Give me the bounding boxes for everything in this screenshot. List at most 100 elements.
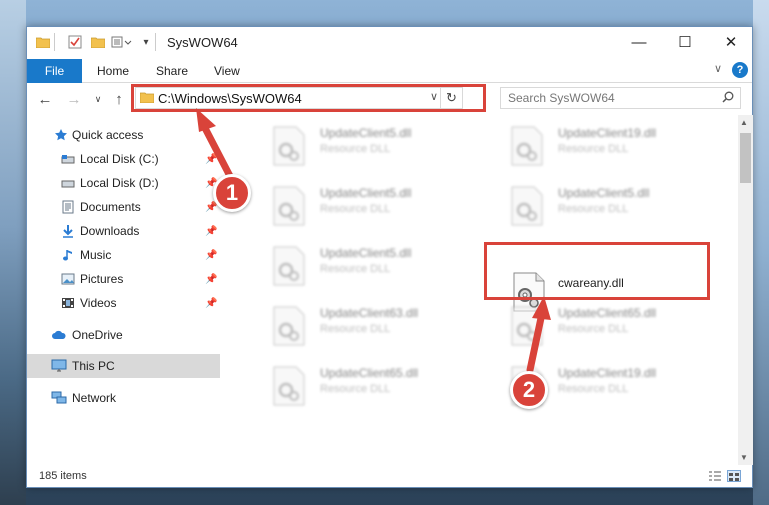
new-folder-icon[interactable]	[90, 34, 106, 50]
file-name: UpdateClient5.dll	[558, 186, 650, 200]
search-icon[interactable]	[722, 91, 734, 106]
tab-share[interactable]: Share	[156, 59, 188, 83]
desktop-background-left	[0, 0, 26, 505]
sidebar-item-music[interactable]: Music 📌	[27, 243, 220, 267]
dll-file-icon	[272, 246, 306, 286]
computer-icon	[51, 359, 67, 373]
forward-button[interactable]: →	[65, 90, 83, 108]
scrollbar-thumb[interactable]	[740, 133, 751, 183]
expand-ribbon-icon[interactable]: ∨	[714, 62, 722, 75]
title-bar: ▾ SysWOW64 — ☐ ✕	[27, 27, 752, 59]
sidebar-item-label: Documents	[80, 200, 141, 214]
sidebar-item-quick-access[interactable]: Quick access	[27, 123, 220, 147]
file-name: UpdateClient5.dll	[320, 186, 412, 200]
file-type: Resource DLL	[320, 263, 391, 275]
sidebar-item-local-disk-c[interactable]: Local Disk (C:) 📌	[27, 147, 220, 171]
up-button[interactable]: ↑	[110, 90, 128, 108]
dll-file-icon	[510, 306, 544, 346]
file-name: UpdateClient63.dll	[320, 306, 419, 320]
music-icon	[60, 248, 76, 262]
file-item[interactable]: UpdateClient5.dll Resource DLL	[248, 240, 468, 296]
file-name: UpdateClient19.dll	[558, 126, 657, 140]
maximize-button[interactable]: ☐	[662, 27, 708, 57]
file-name: UpdateClient65.dll	[558, 306, 657, 320]
sidebar-item-label: Music	[80, 248, 112, 262]
file-type: Resource DLL	[320, 143, 391, 155]
tab-view[interactable]: View	[214, 59, 240, 83]
videos-icon	[60, 296, 76, 310]
sidebar-item-videos[interactable]: Videos 📌	[27, 291, 220, 315]
title-separator	[155, 33, 156, 51]
navigation-pane: Quick access Local Disk (C:) 📌 Local Dis…	[27, 123, 220, 463]
sidebar-item-label: Network	[72, 391, 117, 405]
download-icon	[60, 224, 76, 238]
dll-file-icon	[272, 306, 306, 346]
dll-file-icon	[272, 366, 306, 406]
large-icons-view-icon[interactable]	[727, 470, 741, 482]
dll-file-icon	[510, 186, 544, 226]
pin-icon[interactable]: 📌	[205, 298, 217, 309]
pin-icon[interactable]: 📌	[205, 274, 217, 285]
vertical-scrollbar[interactable]: ▲ ▼	[738, 115, 753, 465]
desktop-background-right	[753, 0, 769, 505]
file-type: Resource DLL	[558, 323, 629, 335]
file-type: Resource DLL	[558, 383, 629, 395]
sidebar-item-local-disk-d[interactable]: Local Disk (D:) 📌	[27, 171, 220, 195]
network-icon	[51, 391, 67, 405]
pin-icon[interactable]: 📌	[205, 226, 217, 237]
drive-icon	[60, 152, 76, 166]
status-bar: 185 items	[27, 465, 752, 487]
sidebar-item-downloads[interactable]: Downloads 📌	[27, 219, 220, 243]
pin-icon[interactable]: 📌	[205, 250, 217, 261]
folder-icon	[35, 34, 51, 50]
address-highlight-box	[131, 84, 486, 112]
properties-icon[interactable]	[67, 34, 83, 50]
close-button[interactable]: ✕	[708, 27, 754, 57]
search-placeholder: Search SysWOW64	[508, 91, 615, 105]
sidebar-item-network[interactable]: Network	[27, 386, 220, 410]
search-box[interactable]: Search SysWOW64	[500, 87, 741, 109]
step-badge-2: 2	[510, 371, 548, 409]
tab-home[interactable]: Home	[97, 59, 129, 83]
dll-file-icon	[272, 126, 306, 166]
dll-file-icon	[272, 186, 306, 226]
file-item[interactable]: UpdateClient65.dll Resource DLL	[248, 360, 468, 416]
details-view-icon[interactable]	[708, 470, 722, 482]
scroll-down-icon[interactable]: ▼	[740, 453, 748, 462]
pin-icon[interactable]: 📌	[205, 154, 217, 165]
pictures-icon	[60, 272, 76, 286]
minimize-button[interactable]: —	[616, 27, 662, 57]
sidebar-item-documents[interactable]: Documents 📌	[27, 195, 220, 219]
file-item[interactable]: UpdateClient19.dll Resource DLL	[486, 120, 706, 176]
sidebar-item-label: This PC	[72, 359, 115, 373]
drive-icon	[60, 176, 76, 190]
file-item[interactable]: UpdateClient5.dll Resource DLL	[248, 120, 468, 176]
quick-access-dropdown-icon[interactable]: ▾	[138, 34, 154, 50]
title-separator	[54, 33, 55, 51]
step-badge-1: 1	[213, 174, 251, 212]
file-name: UpdateClient65.dll	[320, 366, 419, 380]
file-name: UpdateClient19.dll	[558, 366, 657, 380]
sidebar-item-label: Quick access	[72, 128, 144, 142]
file-type: Resource DLL	[558, 203, 629, 215]
file-type: Resource DLL	[558, 143, 629, 155]
file-item[interactable]: UpdateClient5.dll Resource DLL	[486, 180, 706, 236]
back-button[interactable]: ←	[36, 90, 54, 108]
help-icon[interactable]: ?	[732, 62, 748, 78]
sidebar-item-label: Local Disk (D:)	[80, 176, 159, 190]
file-item[interactable]: UpdateClient5.dll Resource DLL	[248, 180, 468, 236]
window-title: SysWOW64	[167, 35, 238, 50]
customize-toolbar-icon[interactable]	[111, 34, 133, 50]
file-item[interactable]: UpdateClient65.dll Resource DLL	[486, 300, 706, 356]
sidebar-item-label: Videos	[80, 296, 117, 310]
sidebar-item-onedrive[interactable]: OneDrive	[27, 323, 220, 347]
tab-file[interactable]: File	[27, 59, 82, 83]
sidebar-item-pictures[interactable]: Pictures 📌	[27, 267, 220, 291]
file-type: Resource DLL	[320, 323, 391, 335]
recent-locations-icon[interactable]: ∨	[89, 90, 107, 108]
sidebar-item-this-pc[interactable]: This PC	[27, 354, 220, 378]
scroll-up-icon[interactable]: ▲	[740, 118, 748, 127]
file-highlight-box	[484, 242, 710, 300]
file-item[interactable]: UpdateClient63.dll Resource DLL	[248, 300, 468, 356]
star-icon	[53, 128, 69, 142]
